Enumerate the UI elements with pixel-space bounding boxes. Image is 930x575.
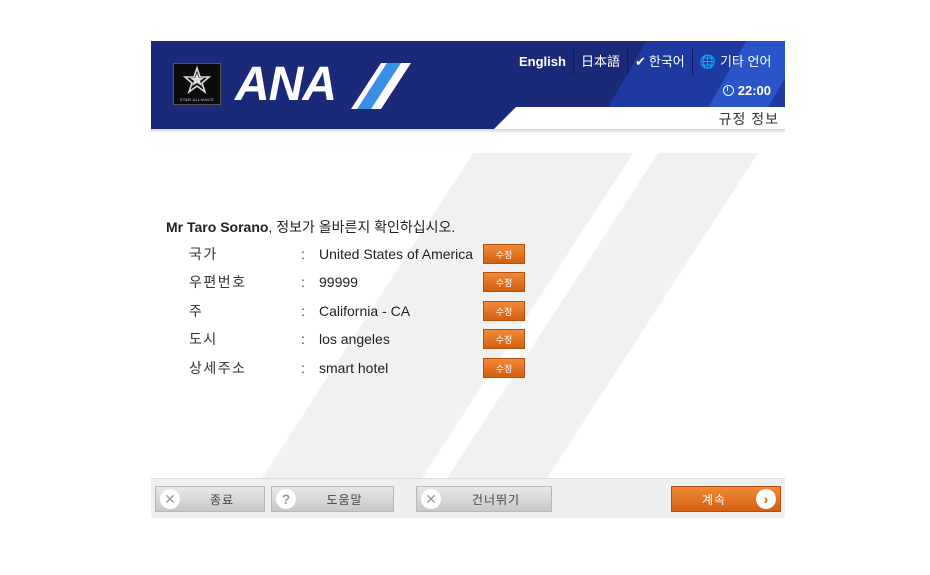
lang-other[interactable]: 🌐 기타 언어 bbox=[693, 49, 779, 75]
lang-korean-label: 한국어 bbox=[648, 54, 685, 69]
globe-icon: 🌐 bbox=[699, 54, 716, 69]
field-label: 도시 bbox=[189, 331, 218, 347]
clock: 22:00 bbox=[722, 83, 771, 98]
continue-button[interactable]: 계속 › bbox=[671, 486, 781, 512]
field-row-state: 주 : California - CA bbox=[189, 300, 519, 322]
field-label: 상세주소 bbox=[189, 360, 247, 376]
edit-city-button[interactable]: 수정 bbox=[483, 329, 525, 349]
exit-label: 종료 bbox=[209, 492, 235, 507]
page-title: 규정 정보 bbox=[718, 111, 779, 127]
star-alliance-text: STAR ALLIANCE bbox=[179, 97, 215, 102]
question-icon: ? bbox=[276, 489, 296, 509]
check-icon: ✔ bbox=[634, 54, 646, 69]
language-bar: English 日本語 ✔ 한국어 🌐 기타 언어 bbox=[512, 49, 778, 75]
close-icon: ✕ bbox=[421, 489, 441, 509]
continue-label: 계속 bbox=[701, 492, 727, 507]
field-row-address: 상세주소 : smart hotel bbox=[189, 357, 519, 379]
lang-other-label: 기타 언어 bbox=[719, 54, 772, 69]
kiosk-screen: STAR ALLIANCE ANA English 日本語 ✔ 한국어 🌐 기타 언… bbox=[151, 41, 785, 518]
lang-korean[interactable]: ✔ 한국어 bbox=[628, 49, 693, 75]
footer-bar: ✕ 종료 ? 도움말 ✕ 건너뛰기 계속 › bbox=[151, 478, 785, 518]
close-icon: ✕ bbox=[160, 489, 180, 509]
header: STAR ALLIANCE ANA English 日本語 ✔ 한국어 🌐 기타 언… bbox=[151, 41, 785, 129]
edit-postal-code-button[interactable]: 수정 bbox=[483, 272, 525, 292]
help-label: 도움말 bbox=[326, 492, 363, 507]
edit-address-button[interactable]: 수정 bbox=[483, 358, 525, 378]
field-label: 국가 bbox=[189, 246, 218, 262]
field-row-postal-code: 우편번호 : 99999 bbox=[189, 271, 519, 293]
star-alliance-logo: STAR ALLIANCE bbox=[173, 63, 221, 105]
edit-state-button[interactable]: 수정 bbox=[483, 301, 525, 321]
confirm-text: , 정보가 올바른지 확인하십시오. bbox=[268, 219, 456, 235]
field-label: 우편번호 bbox=[189, 274, 247, 290]
skip-label: 건너뛰기 bbox=[471, 492, 521, 507]
passenger-name: Mr Taro Sorano bbox=[166, 219, 269, 235]
field-row-city: 도시 : los angeles bbox=[189, 328, 519, 350]
help-button[interactable]: ? 도움말 bbox=[271, 486, 394, 512]
skip-button[interactable]: ✕ 건너뛰기 bbox=[416, 486, 552, 512]
ana-logo-slash bbox=[351, 63, 411, 109]
edit-country-button[interactable]: 수정 bbox=[483, 244, 525, 264]
field-row-country: 국가 : United States of America bbox=[189, 243, 519, 265]
chevron-right-icon: › bbox=[756, 489, 776, 509]
clock-icon bbox=[722, 85, 734, 96]
content-area: Mr Taro Sorano, 정보가 올바른지 확인하십시오. 국가 : Un… bbox=[151, 133, 785, 478]
lang-english[interactable]: English bbox=[512, 49, 574, 75]
star-icon bbox=[182, 65, 212, 95]
exit-button[interactable]: ✕ 종료 bbox=[155, 486, 265, 512]
ana-logo: ANA bbox=[235, 58, 337, 111]
field-label: 주 bbox=[189, 303, 204, 319]
confirm-message: Mr Taro Sorano, 정보가 올바른지 확인하십시오. bbox=[166, 217, 455, 237]
clock-time: 22:00 bbox=[737, 83, 771, 98]
lang-japanese[interactable]: 日本語 bbox=[574, 49, 628, 75]
